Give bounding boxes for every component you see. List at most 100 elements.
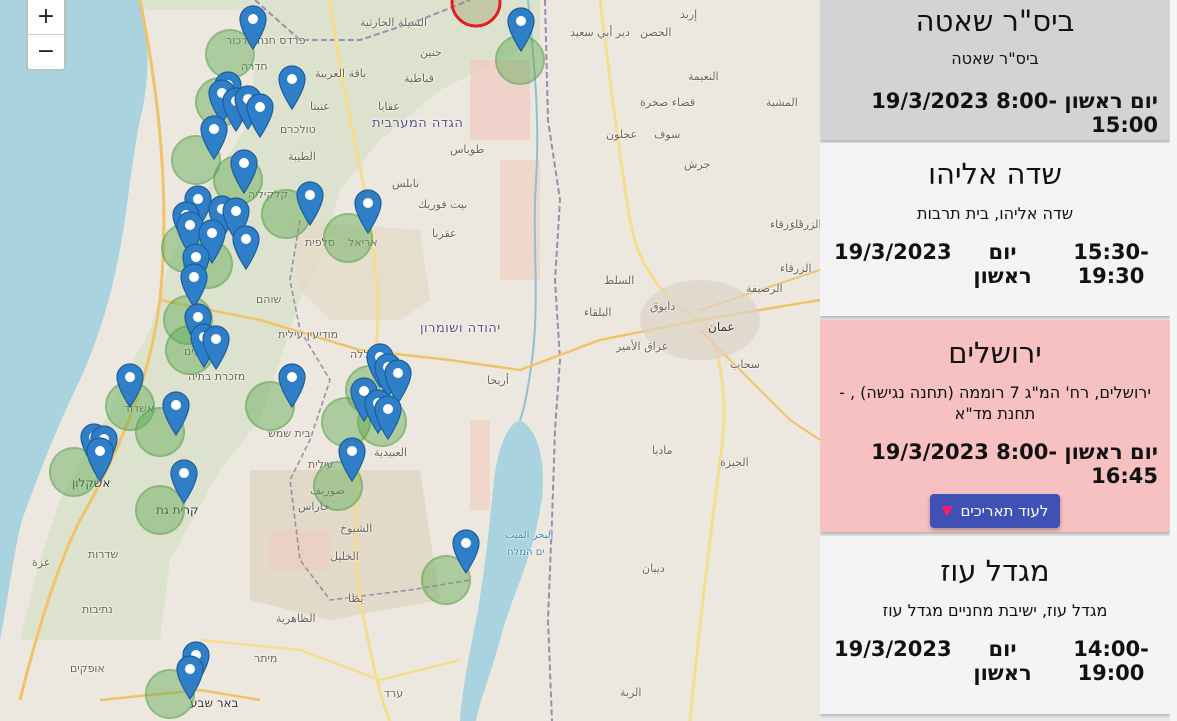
location-address: מגדל עוז, ישיבת מחניים מגדל עוז xyxy=(882,601,1108,620)
location-pin-icon[interactable] xyxy=(245,92,275,138)
map-place-label: الربة xyxy=(620,686,642,699)
zoom-control: + − xyxy=(26,0,66,71)
map-place-label: عراق الأمير xyxy=(616,340,669,353)
location-day: יום ראשון xyxy=(973,240,1032,288)
map-place-label: عقابا xyxy=(378,100,400,113)
map-place-label: יהודה ושומרון xyxy=(420,321,501,336)
map-view[interactable]: السيلة الحارثية جنين פרדס חנה-כרכור قباطية ب… xyxy=(0,0,820,721)
map-place-label: إربد xyxy=(680,8,698,21)
location-date: 19/3/2023 xyxy=(834,240,952,264)
location-pin-icon[interactable] xyxy=(115,362,145,408)
map-place-label: ערד xyxy=(384,687,404,700)
location-pin-icon[interactable] xyxy=(238,4,268,50)
location-pin-icon[interactable] xyxy=(169,458,199,504)
map-place-label: قضاء صخرة xyxy=(640,96,696,109)
chevron-down-icon: ▼ xyxy=(941,503,953,519)
map-place-label: غزة xyxy=(32,556,50,569)
map-place-label: السلط xyxy=(604,274,635,287)
map-place-label: دير أبي سعيد xyxy=(570,26,630,39)
more-dates-label: לעוד תאריכים xyxy=(960,502,1049,520)
locations-list[interactable]: ביס"ר שאטה ביס"ר שאטה 19/3/2023 יום ראשו… xyxy=(820,0,1177,721)
map-place-label: قباطية xyxy=(404,72,434,85)
location-pin-icon[interactable] xyxy=(231,224,261,270)
location-pin-icon[interactable] xyxy=(506,6,536,52)
map-place-label: دابوق xyxy=(650,300,676,313)
map-place-label: البحر الميت xyxy=(505,530,554,541)
location-date: 19/3/2023 יום ראשון 8:00-15:00 xyxy=(871,89,1158,137)
map-place-label: אופקים xyxy=(70,662,105,675)
map-place-label: شمية الزرقاء xyxy=(790,218,820,231)
map-place-label: الطيبة xyxy=(288,150,316,163)
map-place-label: מיתר xyxy=(254,652,278,665)
map-place-label: جنين xyxy=(420,46,442,59)
map-place-label: نابلس xyxy=(392,177,420,190)
map-place-label: بيت فوريك xyxy=(418,198,468,211)
location-date: 19/3/2023 xyxy=(834,637,952,661)
location-address: ירושלים, רח' המ"ג 7 רוממה (תחנה נגישה) ,… xyxy=(839,383,1151,423)
map-place-label: الزرقاء xyxy=(780,262,812,275)
map-place-label: الجيزة xyxy=(720,456,749,469)
location-pin-icon[interactable] xyxy=(277,64,307,110)
more-dates-button[interactable]: לעוד תאריכים ▼ xyxy=(929,494,1061,528)
map-place-label: السيلة الحارثية xyxy=(360,16,428,29)
zoom-out-button[interactable]: − xyxy=(28,34,64,69)
map-place-label: الرصيفة xyxy=(746,282,783,295)
map-place-label: الظاهرية xyxy=(276,612,316,625)
map-place-label: الشيوخ xyxy=(340,522,373,535)
location-pin-icon[interactable] xyxy=(201,324,231,370)
map-place-label: ים המלח xyxy=(507,547,545,558)
location-title: שדה אליהו xyxy=(928,157,1062,191)
map-place-label: נתיבות xyxy=(82,603,113,616)
location-time: 14:00- 19:00 xyxy=(1073,637,1149,685)
map-place-label: عجلون xyxy=(606,128,638,141)
location-address: ביס"ר שאטה xyxy=(951,49,1039,68)
location-title: ירושלים xyxy=(948,336,1042,370)
location-pin-icon[interactable] xyxy=(373,394,403,440)
map-place-label: جرش xyxy=(684,158,711,171)
location-pin-icon[interactable] xyxy=(295,180,325,226)
map-place-label: سوف xyxy=(654,128,681,141)
map-place-label: عقربا xyxy=(432,227,457,240)
map-place-label: النعيمة xyxy=(688,70,719,83)
map-place-label: טולכרם xyxy=(280,123,316,136)
map-place-label: المشية xyxy=(766,96,798,109)
map-place-label: ديبان xyxy=(642,562,665,575)
location-pin-icon[interactable] xyxy=(161,390,191,436)
location-card[interactable]: ביס"ר שאטה ביס"ר שאטה 19/3/2023 יום ראשו… xyxy=(820,0,1170,140)
location-pin-icon[interactable] xyxy=(199,114,229,160)
map-place-label: מודיעין עילית xyxy=(278,328,339,341)
map-place-label: باقة الغربية xyxy=(315,67,367,80)
zoom-in-button[interactable]: + xyxy=(28,0,64,34)
location-pin-icon[interactable] xyxy=(229,148,259,194)
map-place-label: البلقاء xyxy=(584,306,612,319)
map-place-label: مادبا xyxy=(652,444,673,457)
map-place-label: يطا xyxy=(348,592,364,605)
location-time: 15:30- 19:30 xyxy=(1073,240,1149,288)
scrollbar[interactable] xyxy=(1170,0,1177,721)
map-place-label: הגדה המערבית xyxy=(372,116,464,131)
location-date: 19/3/2023 יום ראשון 8:00-16:45 xyxy=(871,440,1158,488)
location-pin-icon[interactable] xyxy=(175,654,205,700)
location-pin-icon[interactable] xyxy=(337,436,367,482)
map-place-label: أريحا xyxy=(487,374,509,387)
location-pin-icon[interactable] xyxy=(85,436,115,482)
location-day: יום ראשון xyxy=(973,637,1032,685)
location-pin-icon[interactable] xyxy=(353,188,383,234)
map-place-label: الحصن xyxy=(640,26,672,39)
location-title: מגדל עוז xyxy=(940,554,1050,588)
map-place-label: العبيدية xyxy=(374,446,408,459)
location-pin-icon[interactable] xyxy=(451,528,481,574)
map-place-label: سحاب xyxy=(730,358,761,371)
map-place-label: שוהם xyxy=(256,293,282,306)
location-card[interactable]: ירושלים ירושלים, רח' המ"ג 7 רוממה (תחנה … xyxy=(820,320,1170,532)
location-title: ביס"ר שאטה xyxy=(915,4,1075,38)
map-place-label: طوباس xyxy=(450,143,485,156)
map-place-label: שדרות xyxy=(88,548,119,561)
map-place-label: عمان xyxy=(708,320,735,334)
location-card[interactable]: שדה אליהו שדה אליהו, בית תרבות 19/3/2023… xyxy=(820,143,1170,316)
map-place-label: عنبتا xyxy=(310,100,330,113)
location-card[interactable]: מגדל עוז מגדל עוז, ישיבת מחניים מגדל עוז… xyxy=(820,536,1170,714)
map-place-label: الخليل xyxy=(330,550,359,563)
location-pin-icon[interactable] xyxy=(277,362,307,408)
location-address: שדה אליהו, בית תרבות xyxy=(916,204,1074,223)
